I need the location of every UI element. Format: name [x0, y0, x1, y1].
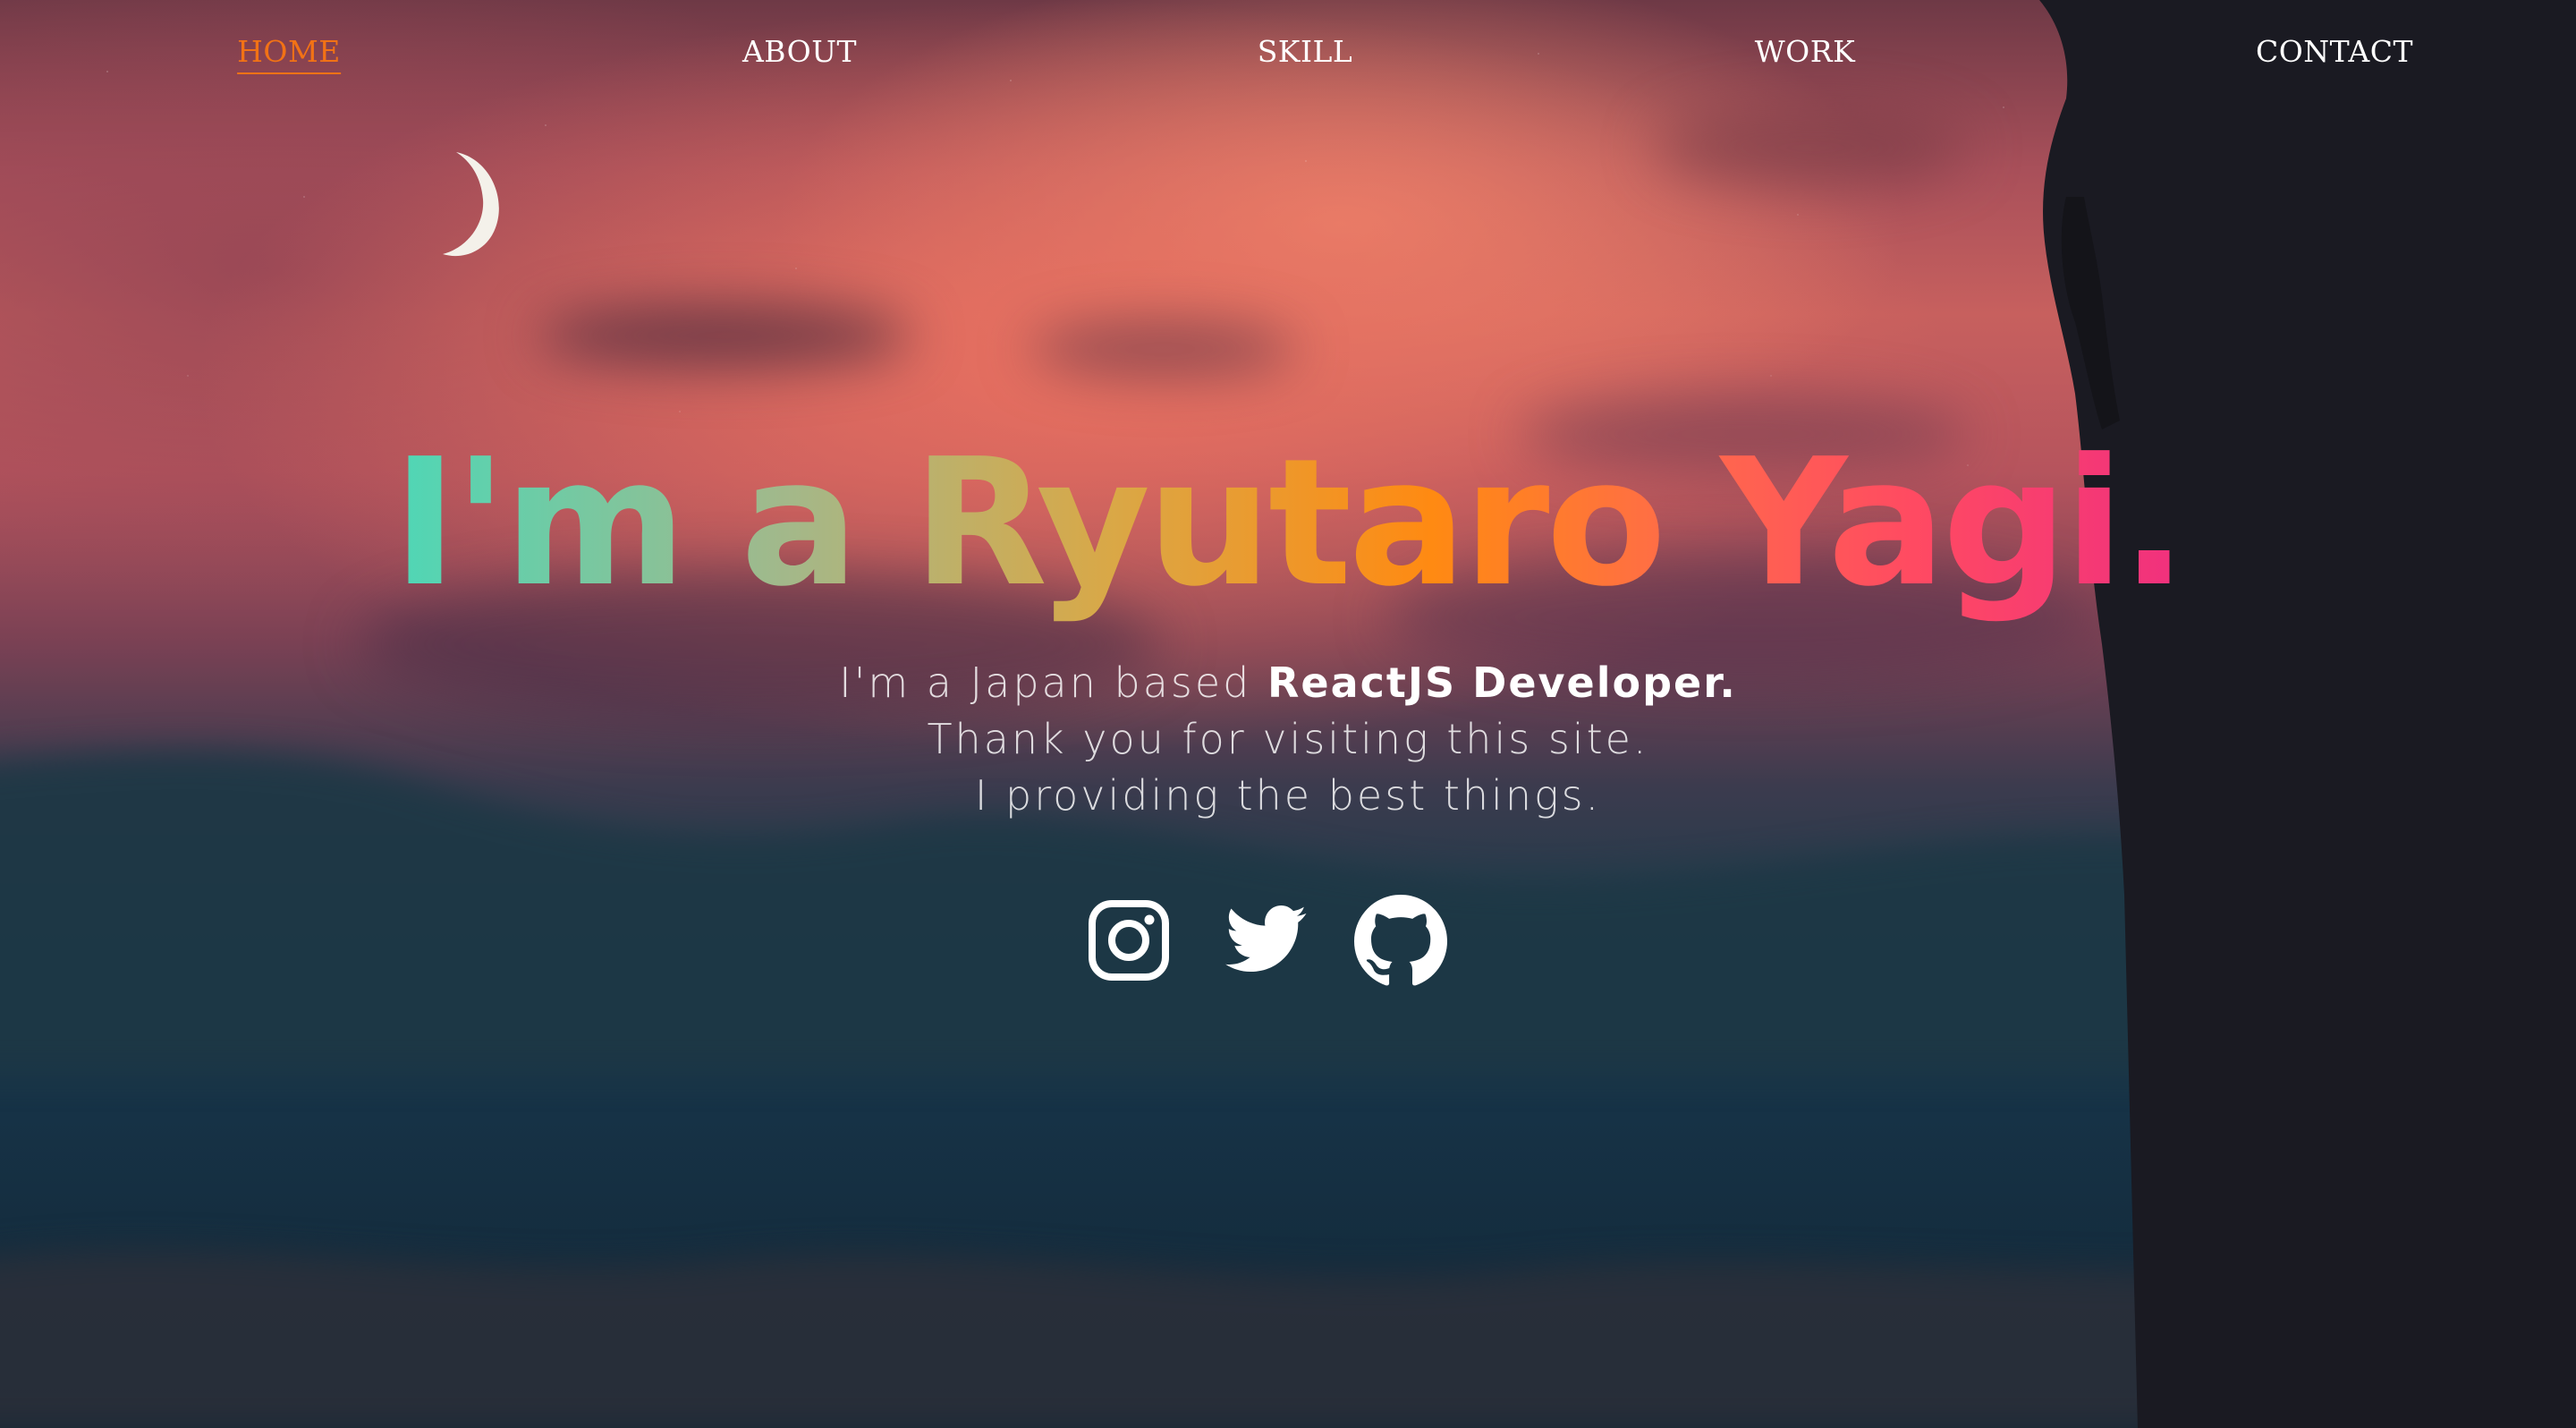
nav-about-link[interactable]: ABOUT — [742, 34, 857, 72]
main-navigation: HOME ABOUT SKILL WORK CONTACT — [0, 34, 2576, 79]
subtitle-line-3: I providing the best things. — [974, 771, 1602, 820]
subtitle-role: ReactJS Developer. — [1267, 659, 1737, 707]
cloud — [1655, 107, 1968, 188]
subtitle-line-2: Thank you for visiting this site. — [927, 715, 1649, 763]
cloud — [1029, 322, 1297, 376]
hero-title-text: I'm a Ryutaro Yagi. — [392, 421, 2188, 625]
moon-icon — [443, 152, 499, 257]
instagram-icon — [1089, 900, 1169, 981]
nav-home-link[interactable]: HOME — [237, 34, 341, 74]
nav-skill-link[interactable]: SKILL — [1258, 34, 1353, 72]
hero-subtitle: I'm a Japan based ReactJS Developer. Tha… — [0, 655, 2576, 824]
subtitle-line-1: I'm a Japan based ReactJS Developer. — [0, 655, 2576, 711]
hero-title: I'm a Ryutaro Yagi. — [0, 421, 2576, 626]
social-links — [0, 895, 2576, 993]
twitter-icon — [1225, 905, 1307, 973]
instagram-link[interactable] — [1088, 899, 1170, 982]
github-link[interactable] — [1354, 895, 1447, 988]
twitter-link[interactable] — [1225, 904, 1308, 975]
nav-work-link[interactable]: WORK — [1755, 34, 1855, 72]
nav-contact-link[interactable]: CONTACT — [2256, 34, 2413, 72]
cloud — [537, 304, 912, 367]
subtitle-line-1-prefix: I'm a Japan based — [839, 659, 1267, 707]
github-icon — [1354, 895, 1447, 986]
